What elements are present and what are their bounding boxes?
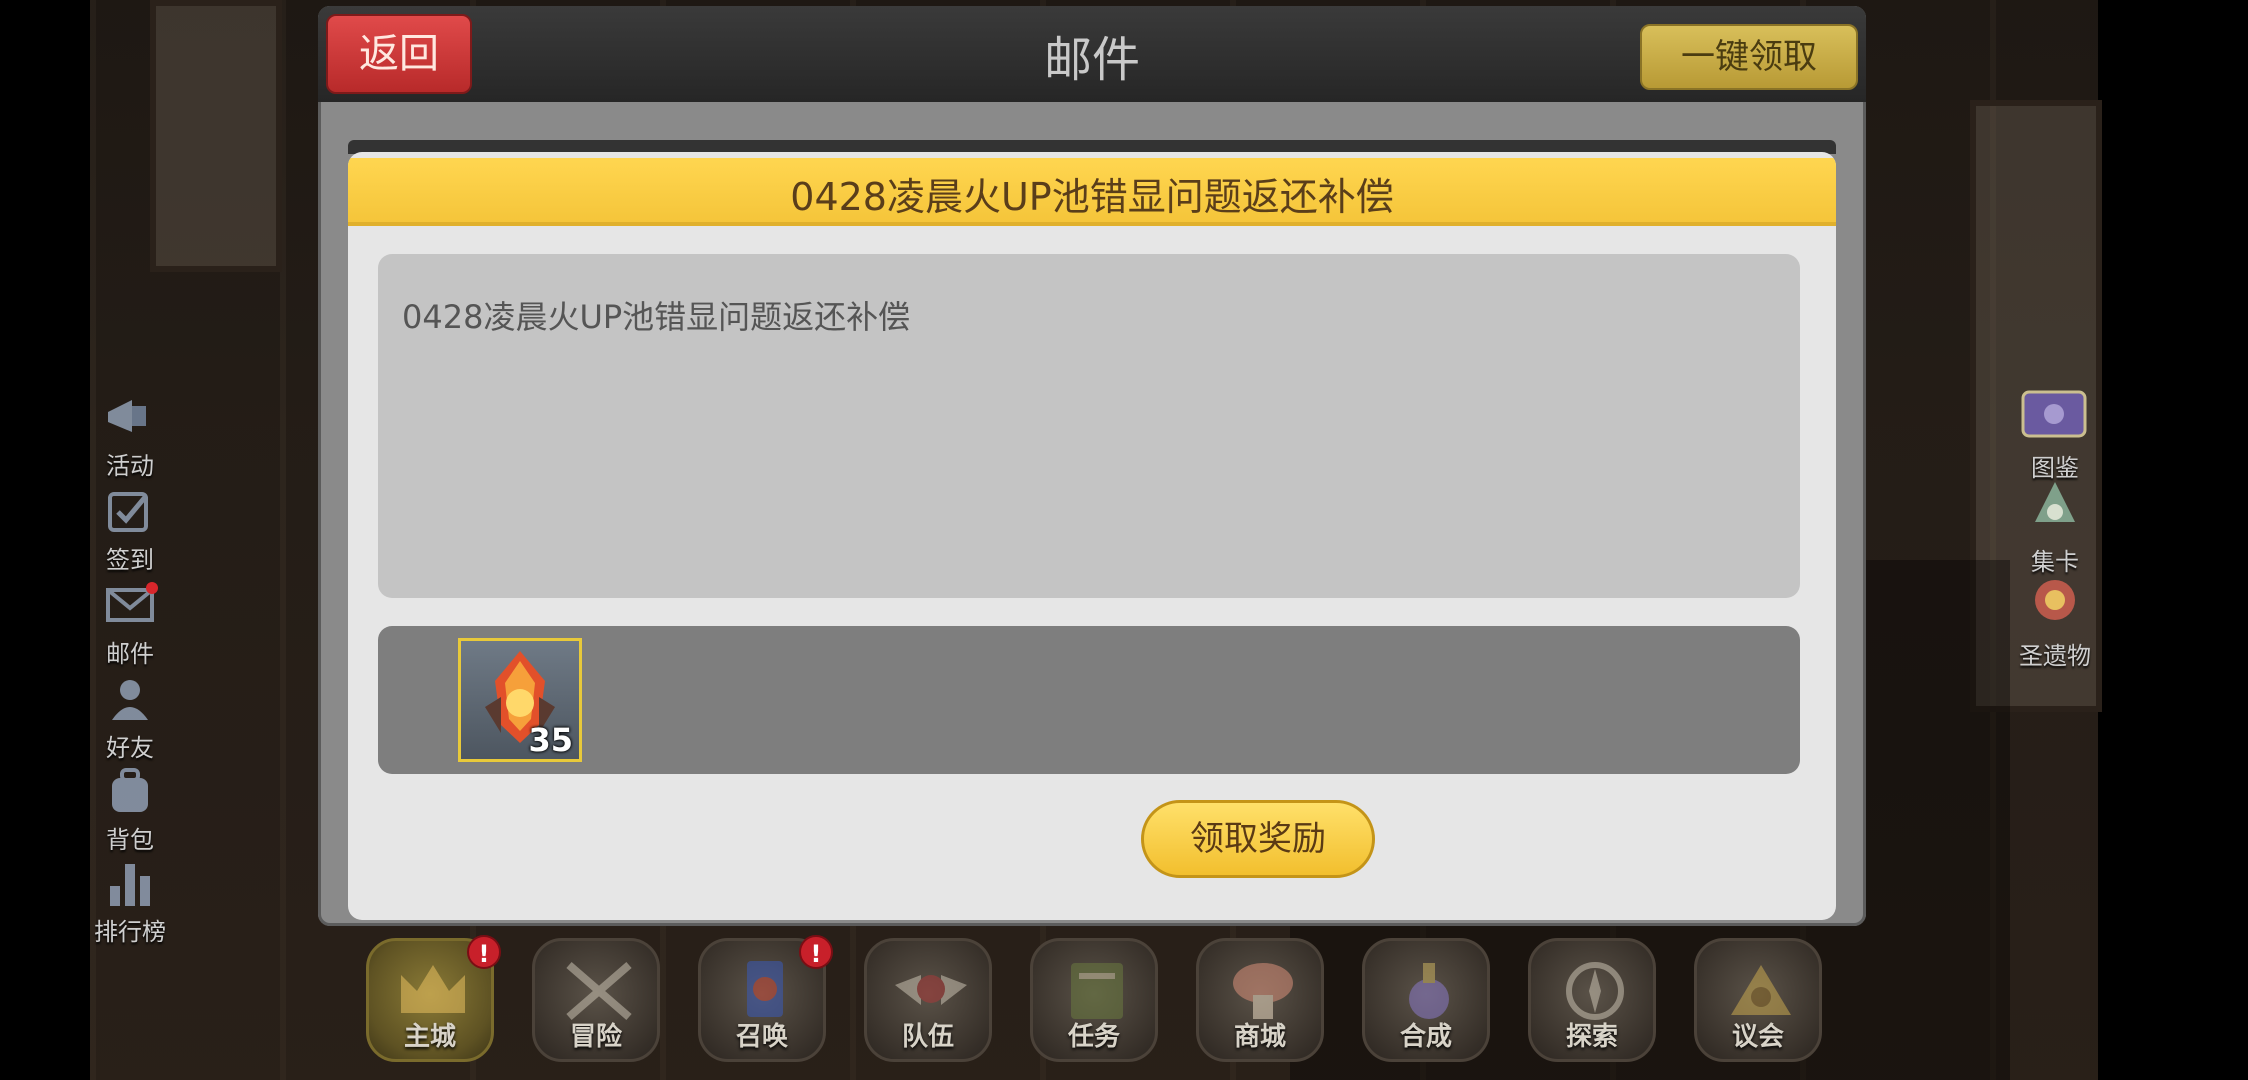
mail-notification-dot [146,582,158,594]
nav-label: 冒险 [569,1022,622,1052]
nav-label: 队伍 [901,1022,954,1052]
nav-label: 商城 [1233,1022,1286,1052]
book-icon [2021,390,2087,438]
mail-detail-card: 0428凌晨火UP池错显问题返还补偿 0428凌晨火UP池错显问题返还补偿 35 [348,152,1836,920]
megaphone-icon [108,400,146,432]
nav-label: 主城 [403,1022,456,1052]
relic-icon [2035,580,2075,620]
side-menu-friends[interactable]: 好友 [80,674,180,763]
mail-body-panel[interactable]: 0428凌晨火UP池错显问题返还补偿 [378,254,1800,598]
background-window [150,0,282,272]
side-menu-label: 背包 [106,826,154,854]
side-menu-checkin[interactable]: 签到 [80,486,180,575]
side-menu-label: 签到 [106,546,154,574]
nav-team[interactable]: 队伍 [864,938,992,1062]
attachment-item[interactable]: 35 [458,638,582,762]
mail-subject-bar: 0428凌晨火UP池错显问题返还补偿 [348,158,1836,226]
nav-adventure[interactable]: 冒险 [532,938,660,1062]
nav-label: 议会 [1731,1022,1784,1052]
card-collection-icon [2035,482,2075,522]
nav-label: 探索 [1565,1022,1618,1052]
nav-main-city[interactable]: 主城 ! [366,935,501,1062]
dialog-title: 邮件 [1043,32,1140,88]
side-menu-leaderboard[interactable]: 排行榜 [80,858,180,947]
notification-badge: ! [467,935,501,969]
claim-all-button[interactable]: 一键领取 [1640,24,1858,90]
nav-label: 召唤 [735,1022,788,1052]
nav-crafting[interactable]: 合成 [1362,938,1490,1062]
side-menu-card-collection[interactable]: 集卡 [2000,478,2110,577]
side-menu-backpack[interactable]: 背包 [80,766,180,855]
nav-label: 合成 [1399,1022,1452,1052]
side-menu-relics[interactable]: 圣遗物 [2000,572,2110,671]
leaderboard-icon [110,864,150,906]
side-menu-label: 活动 [106,452,154,480]
side-menu-label: 圣遗物 [2019,642,2091,670]
mail-dialog: 返回 邮件 一键领取 0428凌晨火UP池错显问题返还补偿 0428凌晨火UP池… [318,6,1866,926]
friends-icon [112,680,148,720]
side-menu-label: 邮件 [106,640,154,668]
notification-badge: ! [799,935,833,969]
mail-subject: 0428凌晨火UP池错显问题返还补偿 [790,175,1394,219]
checkin-icon [108,492,148,532]
game-screen: 活动 签到 邮件 好友 背包 排行榜 图鉴 集卡 圣遗物 主城 ! 冒险 召唤 … [0,0,2248,1080]
mail-dialog-header: 返回 邮件 一键领取 [318,6,1866,102]
side-menu-label: 排行榜 [94,918,166,946]
nav-council[interactable]: 议会 [1694,938,1822,1062]
backpack-icon [112,768,148,812]
side-menu-codex[interactable]: 图鉴 [2000,384,2110,483]
mail-body-text: 0428凌晨火UP池错显问题返还补偿 [402,298,911,336]
nav-explore[interactable]: 探索 [1528,938,1656,1062]
side-menu-label: 好友 [106,734,154,762]
nav-summon[interactable]: 召唤 ! [698,935,833,1062]
claim-reward-button[interactable]: 领取奖励 [1141,800,1375,878]
item-quantity: 35 [528,721,573,759]
attachments-panel: 35 [378,626,1800,774]
side-menu-mail[interactable]: 邮件 [80,580,180,669]
nav-shop[interactable]: 商城 [1196,938,1324,1062]
nav-quests[interactable]: 任务 [1030,938,1158,1062]
nav-label: 任务 [1067,1022,1120,1052]
side-menu-events[interactable]: 活动 [80,392,180,481]
